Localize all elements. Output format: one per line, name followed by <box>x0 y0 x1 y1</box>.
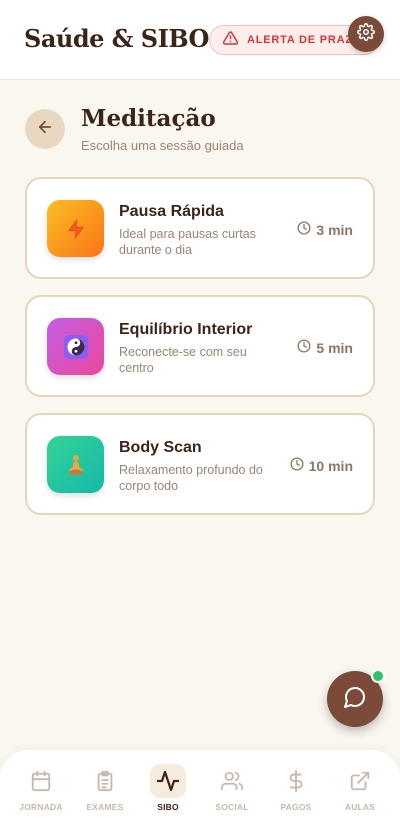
clock-icon <box>290 457 304 474</box>
session-description: Ideal para pausas curtas durante o dia <box>119 227 256 257</box>
gear-icon <box>357 22 375 46</box>
nav-label: PAGOS <box>280 802 312 812</box>
session-duration: 10 min <box>290 457 353 474</box>
chat-bubble-icon <box>343 685 367 714</box>
settings-button[interactable] <box>348 16 384 52</box>
session-duration: 3 min <box>297 221 353 238</box>
calendar-icon <box>23 764 59 798</box>
dollar-icon <box>278 764 314 798</box>
page-title: Meditação <box>81 105 216 132</box>
session-card-body-scan[interactable]: Body Scan Relaxamento profundo do corpo … <box>25 413 375 515</box>
nav-label: SOCIAL <box>215 802 249 812</box>
session-title: Equilíbrio Interior <box>119 321 253 338</box>
nav-label: EXAMES <box>86 802 124 812</box>
session-description: Reconecte-se com seu centro <box>119 345 247 375</box>
duration-label: 5 min <box>316 339 353 356</box>
duration-label: 10 min <box>308 457 353 474</box>
session-title: Body Scan <box>119 439 202 456</box>
chat-button[interactable] <box>327 669 385 727</box>
session-description: Relaxamento profundo do corpo todo <box>119 463 263 493</box>
nav-item-sibo[interactable]: SIBO <box>137 764 199 820</box>
arrow-left-icon <box>36 118 54 141</box>
nav-label: SIBO <box>157 802 179 812</box>
nav-item-exames[interactable]: EXAMES <box>74 764 136 820</box>
online-status-dot <box>371 669 385 683</box>
external-link-icon <box>342 764 378 798</box>
clock-icon <box>297 221 311 238</box>
session-duration: 5 min <box>297 339 353 356</box>
users-icon <box>214 764 250 798</box>
app-title: Saúde & SIBO <box>24 24 209 53</box>
activity-icon <box>150 764 186 798</box>
nav-item-aulas[interactable]: AULAS <box>329 764 391 820</box>
bottom-navigation: JORNADA EXAMES SIBO SOCIAL PAGOS AULAS <box>0 750 400 824</box>
nav-item-social[interactable]: SOCIAL <box>201 764 263 820</box>
nav-label: JORNADA <box>19 802 63 812</box>
session-card-equilibrio-interior[interactable]: Equilíbrio Interior Reconecte-se com seu… <box>25 295 375 397</box>
nav-label: AULAS <box>344 802 376 812</box>
app-header: Saúde & SIBO ALERTA DE PRAZO <box>0 0 400 80</box>
warning-triangle-icon <box>222 30 239 51</box>
page-subtitle: Escolha uma sessão guiada <box>81 138 244 153</box>
session-title: Pausa Rápida <box>119 203 224 220</box>
nav-item-pagos[interactable]: PAGOS <box>265 764 327 820</box>
duration-label: 3 min <box>316 221 353 238</box>
clipboard-icon <box>87 764 123 798</box>
meditating-person-icon <box>47 436 104 493</box>
nav-item-jornada[interactable]: JORNADA <box>10 764 72 820</box>
lightning-icon <box>47 200 104 257</box>
alert-label: ALERTA DE PRAZO <box>247 34 363 46</box>
back-button[interactable] <box>25 109 65 149</box>
yin-yang-icon <box>47 318 104 375</box>
clock-icon <box>297 339 311 356</box>
session-card-pausa-rapida[interactable]: Pausa Rápida Ideal para pausas curtas du… <box>25 177 375 279</box>
